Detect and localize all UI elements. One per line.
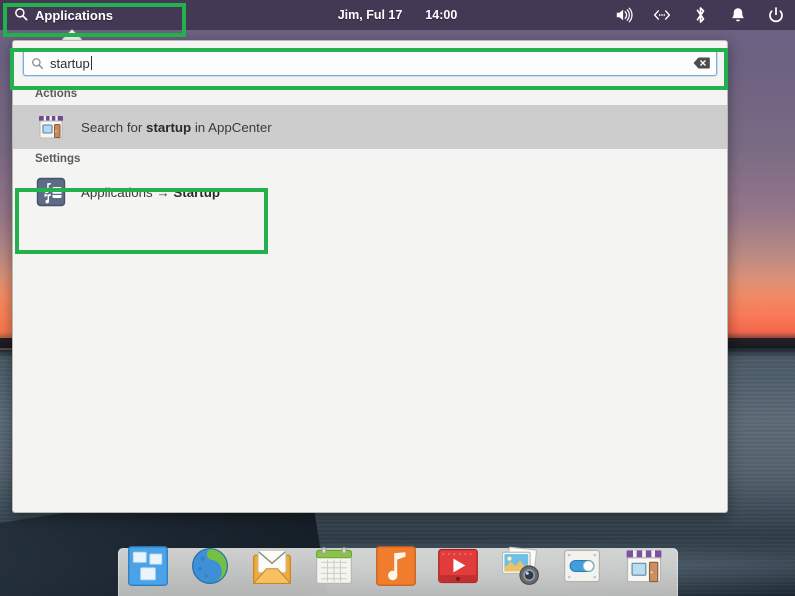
top-panel: Applications Jim, Ful 17 14:00 (0, 0, 795, 30)
applications-menu-button[interactable]: Applications (10, 4, 121, 27)
settings-name-label: Startup (173, 184, 220, 200)
arrow-icon: → (156, 184, 170, 200)
dock-item-mail[interactable] (250, 544, 298, 592)
result-text-highlight: startup (146, 119, 192, 135)
popup-tail (62, 30, 82, 40)
dock-item-system-settings[interactable] (560, 544, 608, 592)
result-text-suffix: in AppCenter (191, 119, 272, 135)
applications-menu-label: Applications (35, 7, 114, 23)
panel-clock-date: Jim, Ful 17 (337, 8, 403, 22)
dock-item-web-browser[interactable] (188, 544, 236, 592)
clear-search-icon[interactable] (693, 57, 710, 70)
dock-items (118, 532, 678, 592)
dock-item-calendar[interactable] (312, 544, 360, 592)
settings-category-label: Applications (81, 184, 153, 200)
text-cursor (90, 56, 92, 70)
search-icon (14, 7, 28, 24)
result-row-startup-settings[interactable]: Applications → Startup (13, 170, 727, 214)
startup-settings-icon (35, 176, 67, 208)
search-input[interactable]: startup (23, 50, 717, 76)
dock-item-music[interactable] (374, 544, 422, 592)
appcenter-storefront-icon (35, 111, 67, 143)
dock-item-photos[interactable] (498, 544, 546, 592)
result-row-appcenter-search[interactable]: Search for startup in AppCenter (13, 105, 727, 149)
section-header-actions: Actions (35, 88, 78, 100)
power-icon[interactable] (767, 6, 785, 24)
panel-clock-time: 14:00 (425, 8, 458, 22)
section-header-settings: Settings (35, 153, 81, 165)
volume-icon[interactable] (615, 6, 633, 24)
application-launcher-popup: startup Actions Search for startup in Ap… (12, 40, 728, 513)
search-input-value: startup (50, 55, 90, 71)
search-icon (31, 57, 44, 70)
dock-item-videos[interactable] (436, 544, 484, 592)
search-row: startup (13, 41, 727, 84)
bluetooth-icon[interactable] (691, 6, 709, 24)
result-label-appcenter-search: Search for startup in AppCenter (81, 120, 272, 135)
result-label-startup-settings: Applications → Startup (81, 185, 220, 200)
dock-item-files[interactable] (126, 544, 174, 592)
dock-item-appcenter[interactable] (622, 544, 670, 592)
panel-indicators (615, 0, 785, 30)
result-text-prefix: Search for (81, 119, 147, 135)
network-icon[interactable] (653, 6, 671, 24)
notifications-bell-icon[interactable] (729, 6, 747, 24)
